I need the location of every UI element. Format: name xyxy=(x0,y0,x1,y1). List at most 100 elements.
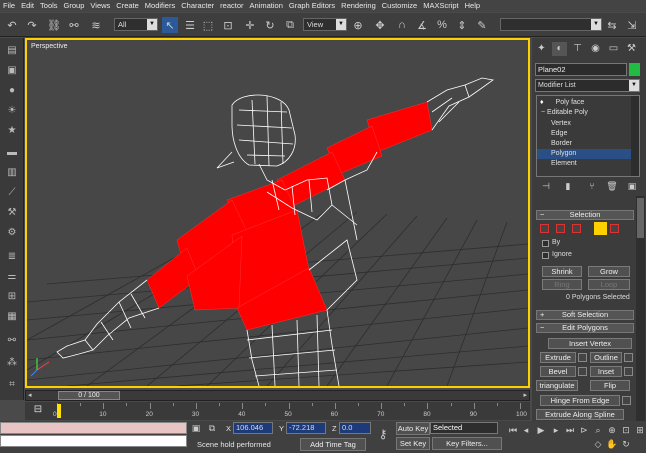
inset-button[interactable]: Inset xyxy=(590,366,622,377)
playhead-marker[interactable] xyxy=(57,404,61,418)
track-bar[interactable]: 0 10 20 30 40 50 60 70 80 90 100 xyxy=(25,402,530,420)
pin-stack-icon[interactable]: ⊣ xyxy=(538,179,554,193)
make-unique-icon[interactable]: ⑂ xyxy=(584,179,600,193)
wrench-icon[interactable]: ⚒ xyxy=(4,206,20,220)
select-move-icon[interactable]: ✛ xyxy=(242,17,258,33)
time-slider-thumb[interactable]: 0 / 100 xyxy=(58,391,120,400)
maxscript-listener-field[interactable] xyxy=(0,422,187,434)
configure-sets-icon[interactable]: ▣ xyxy=(624,179,640,193)
menu-help[interactable]: Help xyxy=(462,0,483,12)
scrollbar-thumb[interactable] xyxy=(637,198,644,238)
object-name-field[interactable]: Plane02 xyxy=(535,63,627,76)
edge-mode-icon[interactable] xyxy=(556,224,565,233)
object-color-swatch[interactable] xyxy=(629,63,640,76)
particle-icon[interactable]: ⁂ xyxy=(4,356,20,370)
star-icon[interactable]: ★ xyxy=(4,124,20,138)
sphere-icon[interactable]: ● xyxy=(4,84,20,98)
bind-space-warp-icon[interactable]: ≋ xyxy=(88,17,104,33)
arc-rotate-icon[interactable]: ↻ xyxy=(620,438,632,450)
modify-tab-icon[interactable]: ◐ xyxy=(552,42,567,56)
utilities-tab-icon[interactable]: ⚒ xyxy=(624,42,639,56)
material-icon[interactable]: ⊞ xyxy=(4,290,20,304)
key-filters-button[interactable]: Key Filters... xyxy=(432,437,502,450)
maxscript-output-field[interactable] xyxy=(0,435,187,447)
reference-coordinate-dropdown[interactable]: View ▼ xyxy=(303,18,347,31)
menu-graph-editors[interactable]: Graph Editors xyxy=(286,0,338,12)
set-key-button[interactable]: Set Key xyxy=(396,437,430,450)
create-tab-icon[interactable]: ✦ xyxy=(534,42,549,56)
angle-snap-icon[interactable]: ∡ xyxy=(414,17,430,33)
bevel-button[interactable]: Bevel xyxy=(540,366,576,377)
viewport-label[interactable]: Perspective xyxy=(31,43,68,50)
time-slider-next-icon[interactable]: ▸ xyxy=(523,391,527,399)
loop-button[interactable]: Loop xyxy=(588,279,630,290)
select-object-icon[interactable]: ↖ xyxy=(162,17,178,33)
rectangular-selection-icon[interactable]: ⬚ xyxy=(200,17,216,33)
stack-scrollbar[interactable] xyxy=(631,96,639,176)
menu-create[interactable]: Create xyxy=(113,0,142,12)
hierarchy-tab-icon[interactable]: ⊤ xyxy=(570,42,585,56)
insert-vertex-button[interactable]: Insert Vertex xyxy=(548,338,632,349)
mirror-icon[interactable]: ⇆ xyxy=(604,17,620,33)
gear-icon[interactable]: ⚙ xyxy=(4,226,20,240)
menu-maxscript[interactable]: MAXScript xyxy=(420,0,461,12)
field-of-view-icon[interactable]: ◇ xyxy=(592,438,604,450)
zoom-extents-icon[interactable]: ⊡ xyxy=(620,424,632,436)
selection-lock-icon[interactable]: ▣ xyxy=(190,422,202,434)
grow-button[interactable]: Grow xyxy=(588,266,630,277)
zoom-icon[interactable]: ⌕ xyxy=(592,424,604,436)
snap-toggle-icon[interactable]: ∩ xyxy=(394,17,410,33)
select-rotate-icon[interactable]: ↻ xyxy=(262,17,278,33)
select-scale-icon[interactable]: ⧉ xyxy=(282,17,298,33)
ring-button[interactable]: Ring xyxy=(542,279,582,290)
edit-named-selection-icon[interactable]: ✎ xyxy=(474,17,490,33)
stack-item-border[interactable]: Border xyxy=(537,139,631,149)
play-icon[interactable]: ▶ xyxy=(535,424,547,436)
next-frame-icon[interactable]: ▸ xyxy=(550,424,562,436)
menu-character[interactable]: Character xyxy=(178,0,217,12)
by-vertex-checkbox[interactable] xyxy=(542,240,549,247)
select-by-name-icon[interactable]: ☰ xyxy=(182,17,198,33)
redo-icon[interactable]: ↷ xyxy=(24,17,40,33)
undo-icon[interactable]: ↶ xyxy=(4,17,20,33)
maximize-viewport-icon[interactable]: ⊞ xyxy=(634,424,646,436)
edit-polygons-rollout-header[interactable]: − Edit Polygons xyxy=(536,323,634,333)
bevel-settings-icon[interactable] xyxy=(578,367,587,376)
unlink-icon[interactable]: ⚯ xyxy=(66,17,82,33)
select-manipulate-icon[interactable]: ✥ xyxy=(372,17,388,33)
stack-item-element[interactable]: Element xyxy=(537,159,631,169)
menu-group[interactable]: Group xyxy=(61,0,88,12)
align-icon[interactable]: ⇲ xyxy=(624,17,640,33)
extrude-settings-icon[interactable] xyxy=(578,353,587,362)
spinner-snap-icon[interactable]: ⇕ xyxy=(454,17,470,33)
shrink-button[interactable]: Shrink xyxy=(542,266,582,277)
light-icon[interactable]: ☀ xyxy=(4,104,20,118)
box-icon[interactable]: ▣ xyxy=(4,64,20,78)
y-coordinate-field[interactable]: -72.218 xyxy=(286,422,326,434)
xref-icon[interactable]: ⌗ xyxy=(4,378,20,392)
auto-key-button[interactable]: Auto Key xyxy=(396,422,430,435)
soft-selection-rollout-header[interactable]: + Soft Selection xyxy=(536,310,634,320)
border-mode-icon[interactable] xyxy=(572,224,581,233)
inset-settings-icon[interactable] xyxy=(624,367,633,376)
triangulate-button[interactable]: triangulate xyxy=(536,380,578,391)
menu-tools[interactable]: Tools xyxy=(37,0,61,12)
stack-item-edge[interactable]: Edge xyxy=(537,129,631,139)
menu-reactor[interactable]: reactor xyxy=(217,0,246,12)
outline-settings-icon[interactable] xyxy=(624,353,633,362)
add-time-tag-button[interactable]: Add Time Tag xyxy=(300,438,366,451)
camera-icon[interactable]: ▬ xyxy=(4,146,20,160)
chain-icon[interactable]: ⚯ xyxy=(4,334,20,348)
key-mode-icon[interactable]: ⊳ xyxy=(578,424,590,436)
time-slider[interactable]: ◂ 0 / 100 ▸ xyxy=(25,390,530,401)
selection-filter-dropdown[interactable]: All ▼ xyxy=(114,18,158,31)
previous-frame-icon[interactable]: ◂ xyxy=(520,424,532,436)
extrude-button[interactable]: Extrude xyxy=(540,352,576,363)
hinge-settings-icon[interactable] xyxy=(622,396,631,405)
remove-modifier-icon[interactable]: 🗑 xyxy=(604,179,620,193)
script-icon[interactable]: ≣ xyxy=(4,250,20,264)
select-link-icon[interactable]: ⛓ xyxy=(46,17,62,33)
pan-icon[interactable]: ✋ xyxy=(606,438,618,450)
render-icon[interactable]: ▦ xyxy=(4,310,20,324)
menu-views[interactable]: Views xyxy=(87,0,113,12)
